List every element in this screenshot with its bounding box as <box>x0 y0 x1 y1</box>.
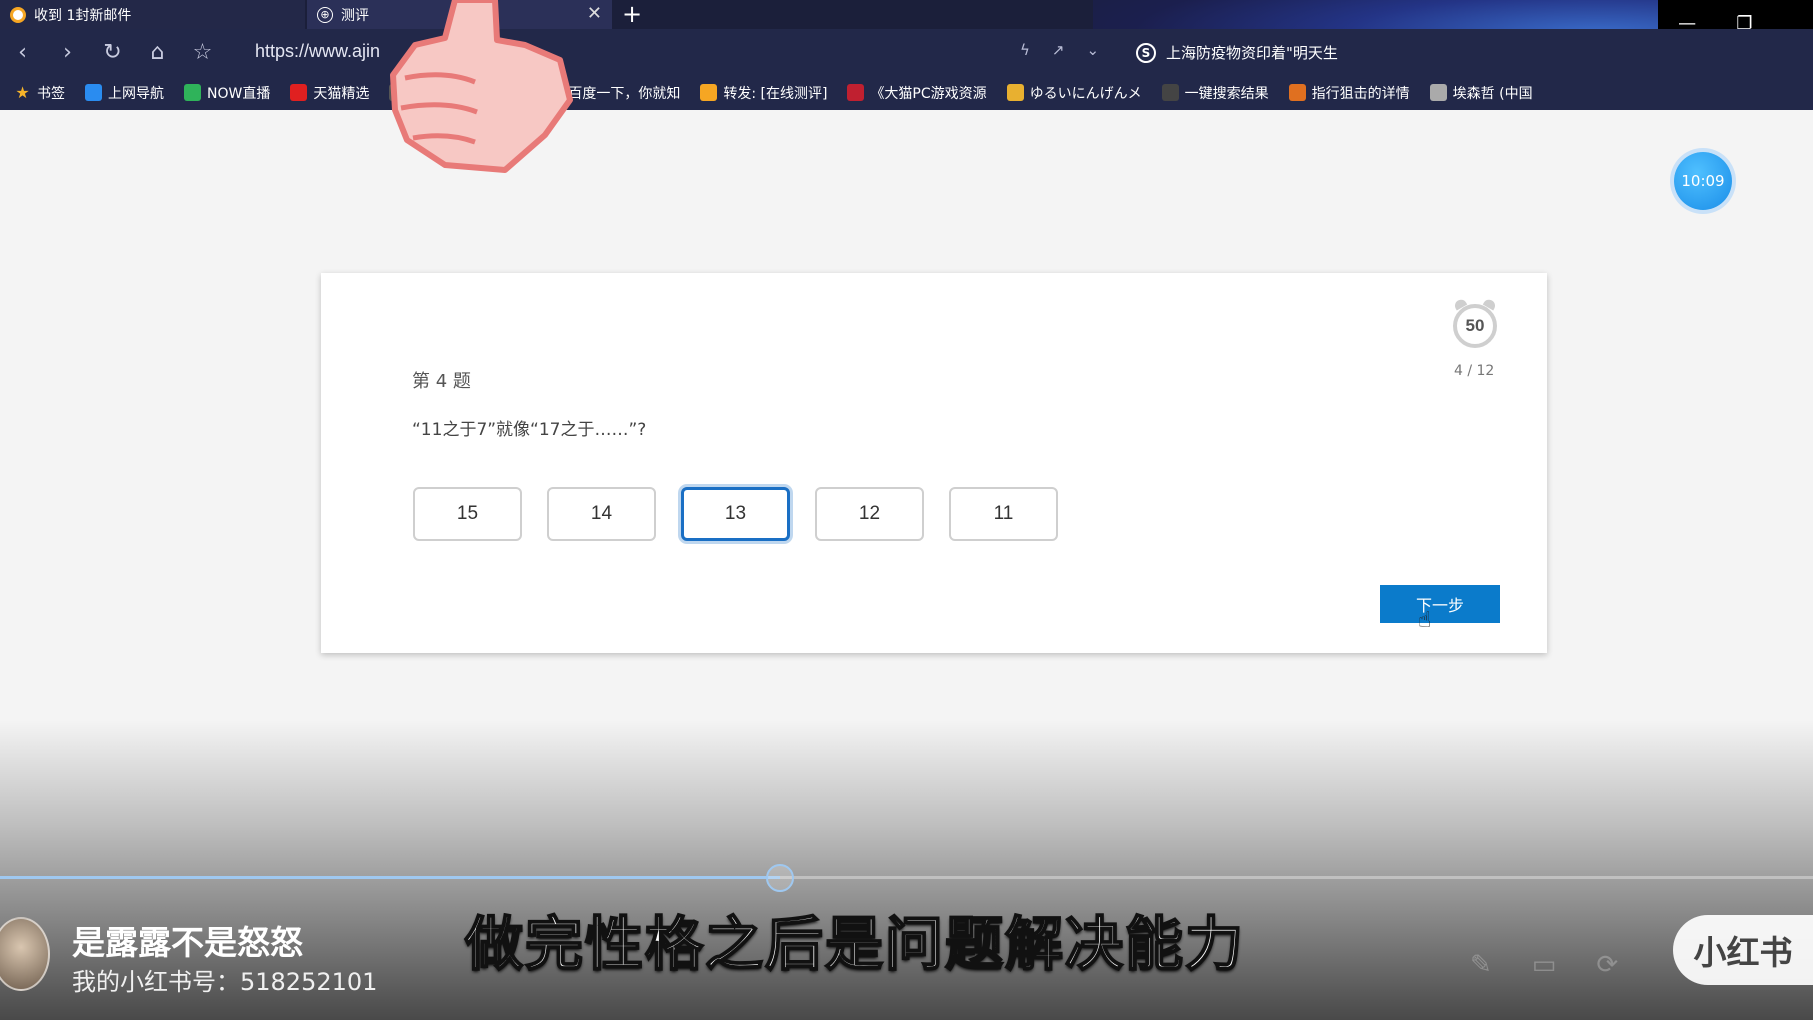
thumbs-up-sticker <box>390 0 573 173</box>
bookmark-item[interactable]: ゆるいにんげんメ <box>1006 83 1142 103</box>
tab-mail[interactable]: 收到 1封新邮件 <box>0 0 305 29</box>
bookmark-item[interactable]: 转发: [在线测评] <box>700 83 827 103</box>
answer-options: 15 14 13 12 11 <box>413 487 1058 541</box>
search-engine-icon: S <box>1136 42 1156 63</box>
news-ticker[interactable]: S 上海防疫物资印着"明天生 <box>1136 42 1338 63</box>
bookmark-label: 上网导航 <box>108 85 164 102</box>
bookmark-label: 天猫精选 <box>313 85 370 102</box>
lightning-icon[interactable]: ϟ <box>1020 41 1030 59</box>
bookmark-label: NOW直播 <box>207 85 271 102</box>
answer-option-11[interactable]: 11 <box>949 487 1058 541</box>
game-icon <box>847 84 865 101</box>
tab-label: 收到 1封新邮件 <box>34 7 132 24</box>
question-text: “11之于7”就像“17之于……”? <box>412 420 647 440</box>
question-progress: 4 / 12 <box>1454 363 1495 379</box>
bookmark-label: 《大猫PC游戏资源 <box>870 85 987 102</box>
answer-option-14[interactable]: 14 <box>547 487 656 541</box>
bookmark-item[interactable]: 天猫精选 <box>290 83 369 103</box>
dropdown-icon[interactable]: ⌄ <box>1086 41 1099 59</box>
new-tab-icon[interactable]: + <box>622 0 642 28</box>
screen-icon: ▭ <box>1531 950 1557 980</box>
bookmark-item[interactable]: 埃森哲 (中国 <box>1429 83 1533 103</box>
answer-option-13[interactable]: 13 <box>681 487 790 541</box>
bookmark-item[interactable]: 《大猫PC游戏资源 <box>847 83 987 103</box>
address-actions: ϟ ↗ ⌄ <box>1020 41 1099 59</box>
bookmark-label: ゆるいにんげんメ <box>1029 85 1142 102</box>
bookmark-label: 转发: [在线测评] <box>723 85 828 102</box>
rotate-icon: ⟳ <box>1596 950 1619 980</box>
bookmark-item[interactable]: 指行狙击的详情 <box>1288 83 1410 103</box>
video-scrubber-handle[interactable] <box>765 864 794 892</box>
pen-icon: ✎ <box>1470 950 1492 980</box>
home-icon[interactable]: ⌂ <box>135 40 180 65</box>
bookmark-label: 一键搜索结果 <box>1184 85 1269 102</box>
elapsed-timer: 10:09 <box>1674 152 1732 210</box>
next-button[interactable]: 下一步 <box>1380 585 1500 623</box>
mail-favicon-icon <box>10 6 26 23</box>
fire-icon <box>1288 84 1306 101</box>
tab-label: 测评 <box>341 7 369 24</box>
tmall-icon <box>290 84 308 101</box>
now-icon <box>184 84 201 101</box>
star-icon: ★ <box>15 83 30 102</box>
smile-icon <box>1006 84 1024 101</box>
bookmark-bar: ★书签上网导航NOW直播天猫精选视频爱淘宝百度一下，你就知转发: [在线测评]《… <box>0 75 1813 110</box>
author-id: 我的小红书号：518252101 <box>72 968 378 996</box>
bookmark-label: 书签 <box>37 85 65 102</box>
tab-bar: 收到 1封新邮件 ⊕ 测评 ✕ + <box>0 0 1813 29</box>
video-subtitle: 做完性格之后是问题解决能力 <box>464 909 1246 979</box>
faint-toolbar: ✎ ▭ ⟳ <box>1470 950 1618 980</box>
mail-icon <box>700 84 718 101</box>
answer-option-15[interactable]: 15 <box>413 487 522 541</box>
forward-icon[interactable]: › <box>45 40 90 65</box>
globe-favicon-icon: ⊕ <box>317 6 333 23</box>
e-icon <box>85 84 102 101</box>
countdown: 50 <box>1453 304 1497 348</box>
video-scrubber-progress <box>0 876 780 879</box>
brand-logo: 小红书 <box>1673 915 1813 985</box>
question-number: 第 4 题 <box>412 371 471 392</box>
back-icon[interactable]: ‹ <box>0 40 45 65</box>
bookmark-label: 指行狙击的详情 <box>1311 85 1410 102</box>
reload-icon[interactable]: ↻ <box>90 40 135 65</box>
tv-icon <box>1161 84 1179 101</box>
address-bar: ‹ › ↻ ⌂ ☆ https://www.ajin ϟ ↗ ⌄ S 上海防疫物… <box>0 29 1813 75</box>
hand-cursor-icon: ☝ <box>1418 608 1432 633</box>
bookmark-label: 埃森哲 (中国 <box>1452 85 1533 102</box>
share-icon[interactable]: ↗ <box>1052 41 1065 59</box>
bookmark-star-icon[interactable]: ☆ <box>180 40 225 65</box>
bookmark-item[interactable]: NOW直播 <box>184 83 270 103</box>
news-text: 上海防疫物资印着"明天生 <box>1166 44 1338 62</box>
answer-option-12[interactable]: 12 <box>815 487 924 541</box>
globe-icon <box>1429 84 1447 101</box>
question-card: 第 4 题 “11之于7”就像“17之于……”? 15 14 13 12 11 50 4… <box>321 273 1547 653</box>
alarm-clock-icon: 50 <box>1452 297 1498 348</box>
bookmark-item[interactable]: ★ 书签 <box>14 83 65 103</box>
author-name: 是露露不是怒怒 <box>72 923 303 962</box>
url-field[interactable]: https://www.ajin <box>255 41 380 62</box>
bookmark-item[interactable]: 上网导航 <box>85 83 164 103</box>
bookmark-item[interactable]: 一键搜索结果 <box>1161 83 1269 103</box>
